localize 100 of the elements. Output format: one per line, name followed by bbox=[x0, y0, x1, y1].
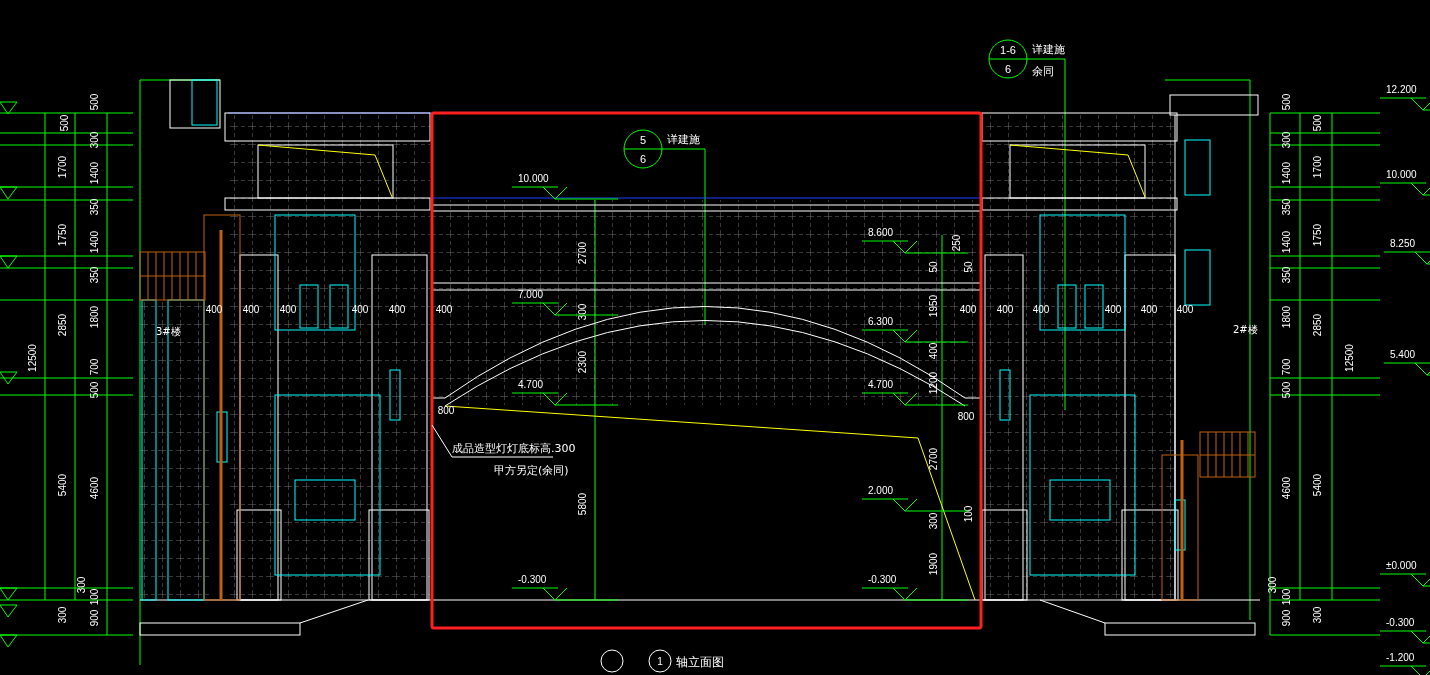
dimension-label: 300 bbox=[75, 576, 87, 594]
elevation-label: 2.000 bbox=[868, 485, 894, 496]
dimension-label: 300 bbox=[1311, 606, 1323, 624]
dimension-label: 300 bbox=[576, 303, 588, 321]
dimension-label: 400 bbox=[959, 304, 977, 315]
annotation-text: 甲方另定(余同) bbox=[494, 464, 569, 477]
dimension-label: 800 bbox=[437, 405, 455, 416]
dimension-label: 400 bbox=[1104, 304, 1122, 315]
elevation-label: -0.300 bbox=[868, 574, 897, 585]
dimension-label: 4600 bbox=[1280, 476, 1292, 500]
dimension-label: 800 bbox=[957, 411, 975, 422]
dimension-label: 500 bbox=[1280, 381, 1292, 399]
elevation-label: 12.200 bbox=[1386, 84, 1417, 95]
elevation-label: 10.000 bbox=[518, 173, 549, 184]
dimension-label: 400 bbox=[242, 304, 260, 315]
elevation-marker bbox=[1379, 97, 1430, 111]
dimension-label: 900 bbox=[1280, 609, 1292, 627]
callout-note: 详建施 bbox=[667, 133, 700, 146]
dimension-label: 700 bbox=[88, 358, 100, 376]
dimension-label: 400 bbox=[996, 304, 1014, 315]
elevation-marker bbox=[1379, 573, 1430, 587]
dimension-label: 1750 bbox=[1311, 223, 1323, 247]
dimension-label: 12500 bbox=[26, 344, 38, 372]
dimension-label: 1400 bbox=[1280, 230, 1292, 254]
dimension-label: 1800 bbox=[1280, 305, 1292, 329]
callout-circle bbox=[988, 39, 1028, 79]
dimension-label: 100 bbox=[1280, 588, 1292, 606]
dimension-label: 1950 bbox=[927, 294, 939, 318]
drawing-title: 轴立面图 bbox=[676, 655, 724, 669]
title-circle bbox=[648, 649, 672, 673]
callout-number: 6 bbox=[1004, 63, 1012, 75]
dimension-label: 500 bbox=[88, 93, 100, 111]
dimension-label: 1700 bbox=[56, 155, 68, 179]
dimension-label: 500 bbox=[1280, 93, 1292, 111]
dimension-label: 400 bbox=[1176, 304, 1194, 315]
annotation-text: 成品造型灯灯底标高.300 bbox=[452, 442, 576, 455]
dimension-label: 400 bbox=[351, 304, 369, 315]
dimension-label: 500 bbox=[58, 114, 70, 132]
callout-number: 1-6 bbox=[1000, 44, 1016, 56]
dimension-label: 50 bbox=[962, 261, 974, 273]
dimension-label: 400 bbox=[927, 342, 939, 360]
dimension-label: 2850 bbox=[56, 313, 68, 337]
elevation-marker bbox=[1379, 630, 1430, 644]
dimension-label: 700 bbox=[1280, 358, 1292, 376]
elevation-marker bbox=[1383, 362, 1430, 376]
dimension-label: 300 bbox=[1266, 576, 1278, 594]
dimension-label: 1750 bbox=[56, 223, 68, 247]
dimension-label: 400 bbox=[388, 304, 406, 315]
dimension-label: 2700 bbox=[927, 447, 939, 471]
callout-number: 5 bbox=[639, 134, 647, 146]
elevation-marker bbox=[1383, 251, 1430, 265]
dimension-label: 12500 bbox=[1343, 344, 1355, 372]
dimension-label: 250 bbox=[950, 234, 962, 252]
elevation-label: -0.300 bbox=[518, 574, 547, 585]
elevation-label: 4.700 bbox=[518, 379, 544, 390]
callout-note: 详建施 bbox=[1032, 43, 1065, 56]
elevation-label: 7.000 bbox=[518, 289, 544, 300]
dimension-label: 400 bbox=[1032, 304, 1050, 315]
dimension-label: 2850 bbox=[1311, 313, 1323, 337]
elevation-label: 8.600 bbox=[868, 227, 894, 238]
dimension-label: 500 bbox=[88, 381, 100, 399]
elevation-marker bbox=[1379, 665, 1430, 675]
elevation-marker bbox=[1379, 182, 1430, 196]
elevation-label: 4.700 bbox=[868, 379, 894, 390]
dimension-label: 100 bbox=[962, 505, 974, 523]
dimension-label: 1700 bbox=[1311, 155, 1323, 179]
dimension-label: 1400 bbox=[88, 230, 100, 254]
dimension-label: 2700 bbox=[576, 241, 588, 265]
dimension-label: 100 bbox=[88, 588, 100, 606]
title-circle bbox=[600, 649, 624, 673]
dimension-label: 2300 bbox=[576, 350, 588, 374]
dimension-label: 1800 bbox=[88, 305, 100, 329]
elevation-label: ±0.000 bbox=[1386, 560, 1417, 571]
dimension-label: 300 bbox=[1280, 131, 1292, 149]
dimension-label: 500 bbox=[1311, 114, 1323, 132]
elevation-label: -0.300 bbox=[1386, 617, 1415, 628]
dimension-label: 400 bbox=[279, 304, 297, 315]
title-number: 1 bbox=[657, 655, 663, 667]
dimension-label: 400 bbox=[435, 304, 453, 315]
elevation-label: -1.200 bbox=[1386, 652, 1415, 663]
dimension-label: 4600 bbox=[88, 476, 100, 500]
dimension-label: 50 bbox=[927, 261, 939, 273]
elevation-label: 6.300 bbox=[868, 316, 894, 327]
dimension-label: 5400 bbox=[56, 473, 68, 497]
dimension-label: 300 bbox=[56, 606, 68, 624]
elevation-label: 10.000 bbox=[1386, 169, 1417, 180]
dimension-label: 300 bbox=[927, 512, 939, 530]
callout-number: 6 bbox=[639, 153, 647, 165]
callout-circle bbox=[623, 129, 663, 169]
dimension-label: 300 bbox=[88, 131, 100, 149]
dimension-label: 350 bbox=[1280, 198, 1292, 216]
dimension-label: 350 bbox=[1280, 266, 1292, 284]
dimension-label: 1400 bbox=[88, 161, 100, 185]
dimension-label: 5400 bbox=[1311, 473, 1323, 497]
building-label: 2#楼 bbox=[1233, 324, 1258, 335]
dimension-label: 400 bbox=[1140, 304, 1158, 315]
callout-note: 余同 bbox=[1032, 65, 1054, 78]
dimension-label: 1400 bbox=[1280, 161, 1292, 185]
elevation-label: 8.250 bbox=[1390, 238, 1416, 249]
dimension-label: 900 bbox=[88, 609, 100, 627]
